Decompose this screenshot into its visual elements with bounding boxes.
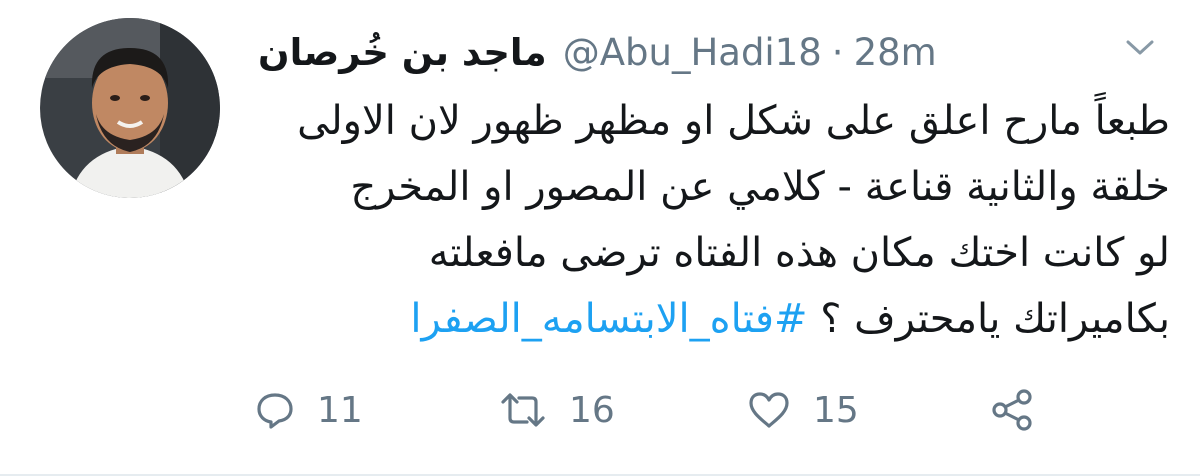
like-count: 15 [813, 389, 859, 431]
retweet-button[interactable]: 16 [499, 380, 615, 440]
retweet-count: 16 [569, 389, 615, 431]
tweet-card[interactable]: ماجد بن خُرصان @Abu_Hadi18 · 28m طبعاً م… [0, 0, 1200, 476]
display-name[interactable]: ماجد بن خُرصان [258, 31, 547, 74]
chevron-down-icon[interactable] [1120, 30, 1160, 66]
reply-button[interactable]: 11 [255, 380, 363, 440]
avatar-photo [40, 18, 220, 198]
tweet-text-line: طبعاً مارح اعلق على شكل او مظهر ظهور لان… [297, 98, 1170, 144]
retweet-icon [499, 390, 547, 430]
tweet-text-fragment: بكاميراتك يامحترف ؟ [807, 296, 1170, 342]
reply-icon [255, 390, 295, 430]
tweet-text-line: لو كانت اختك مكان هذه الفتاه ترضى مافعلت… [428, 230, 1170, 276]
tweet-header: ماجد بن خُرصان @Abu_Hadi18 · 28m [258, 22, 1058, 82]
user-handle[interactable]: @Abu_Hadi18 [563, 31, 822, 74]
heart-icon [747, 390, 791, 430]
like-button[interactable]: 15 [747, 380, 859, 440]
tweet-text-line-last: بكاميراتك يامحترف ؟ #فتاه_الابتسامه_الصف… [250, 286, 1170, 352]
tweet-text: طبعاً مارح اعلق على شكل او مظهر ظهور لان… [250, 88, 1170, 352]
timestamp[interactable]: 28m [854, 31, 937, 74]
hashtag-link[interactable]: #فتاه_الابتسامه_الصفرا [410, 296, 807, 342]
reply-count: 11 [317, 389, 363, 431]
share-icon [990, 388, 1034, 432]
action-bar: 11 16 15 [255, 380, 1075, 440]
separator-dot: · [831, 30, 844, 74]
avatar[interactable] [40, 18, 220, 198]
share-button[interactable] [990, 380, 1034, 440]
tweet-text-line: خلقة والثانية قناعة - كلامي عن المصور او… [350, 164, 1170, 210]
